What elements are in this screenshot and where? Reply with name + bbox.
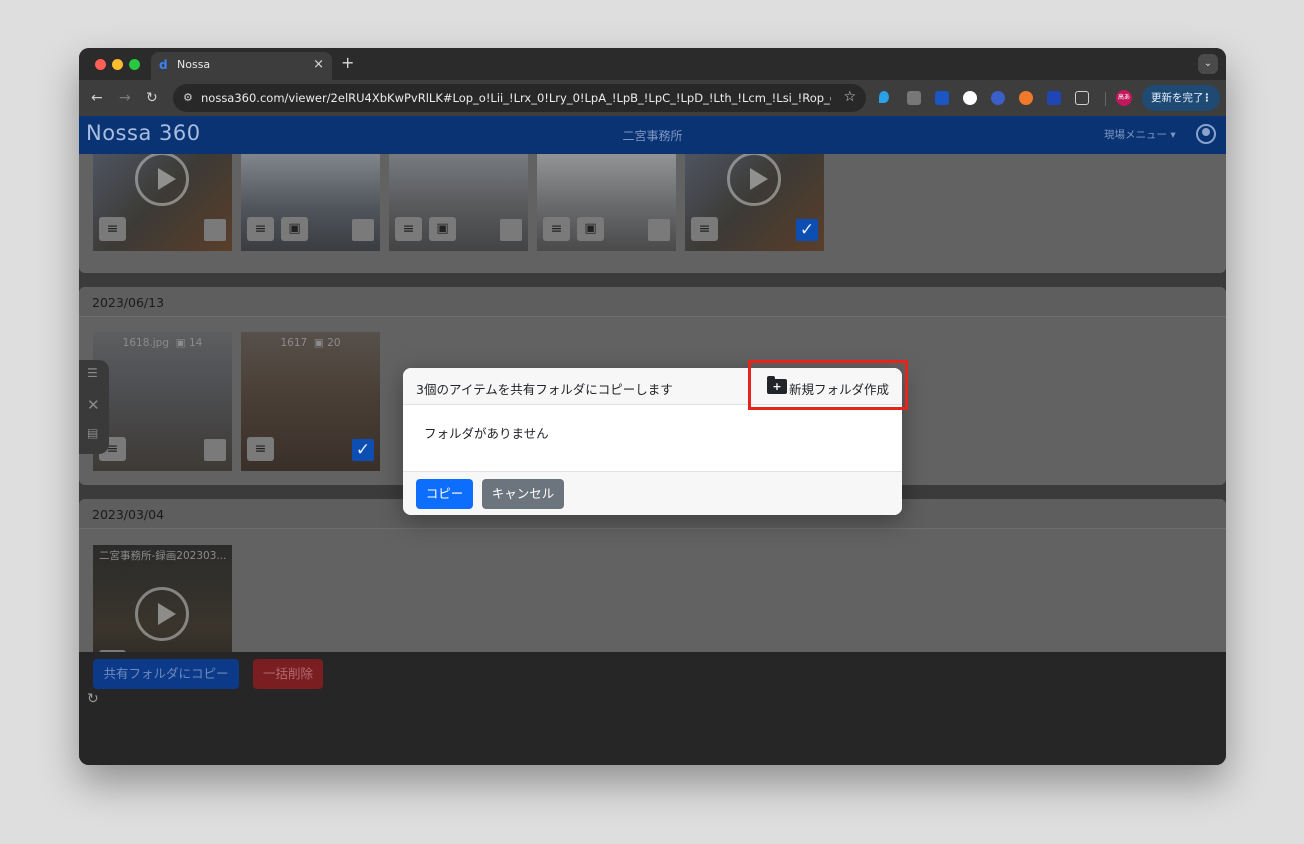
annotation-highlight-box	[748, 360, 908, 410]
media-thumbnail[interactable]: ≡ ✓	[685, 154, 824, 251]
bookmark-star-icon[interactable]: ☆	[843, 89, 856, 105]
update-button[interactable]: 更新を完了 ⋮	[1142, 85, 1220, 111]
media-thumbnail[interactable]: ≡ ▣	[537, 154, 676, 251]
tab-close-icon[interactable]: ×	[313, 57, 324, 72]
url-text[interactable]: nossa360.com/viewer/2elRU4XbKwPvRlLK#Lop…	[201, 91, 831, 105]
nossa-favicon-icon: d	[159, 58, 168, 72]
forward-icon[interactable]: →	[119, 89, 131, 107]
file-name: 1618.jpg	[122, 337, 169, 349]
side-panel: ☰ ✕ ▤	[79, 360, 109, 454]
thumbnail-caption: 1618.jpg ▣ 14	[93, 332, 232, 354]
toolbar-divider	[1105, 92, 1106, 106]
extension-qr-icon[interactable]	[907, 91, 921, 105]
media-thumbnail[interactable]: 1618.jpg ▣ 14 ≡	[93, 332, 232, 471]
select-checkbox[interactable]	[352, 219, 374, 241]
list-view-icon[interactable]: ☰	[87, 366, 98, 380]
extension-bolt-icon[interactable]	[991, 91, 1005, 105]
media-thumbnail[interactable]: ≡	[93, 154, 232, 251]
reload-icon[interactable]: ↻	[146, 89, 158, 107]
close-window-button[interactable]	[95, 59, 106, 70]
memo-edit-icon[interactable]: ≡	[99, 217, 126, 241]
section-date: 2023/06/13	[79, 287, 1226, 317]
update-button-label: 更新を完了	[1151, 92, 1204, 104]
media-thumbnail[interactable]: 1617 ▣ 20 ≡ ✓	[241, 332, 380, 471]
play-icon[interactable]	[727, 154, 781, 206]
image-count-icon: ▣	[313, 337, 324, 349]
play-icon[interactable]	[135, 587, 189, 641]
extension-diamond-icon[interactable]	[879, 91, 889, 103]
dialog-body: フォルダがありません	[403, 405, 902, 471]
panorama-link-icon[interactable]: ▣	[429, 217, 456, 241]
thumbnail-caption: 1617 ▣ 20	[241, 332, 380, 354]
select-checkbox[interactable]	[500, 219, 522, 241]
close-panel-icon[interactable]: ✕	[87, 396, 100, 414]
panorama-link-icon[interactable]: ▣	[577, 217, 604, 241]
image-count: 14	[188, 337, 203, 349]
user-account-icon[interactable]	[1196, 124, 1216, 144]
memo-edit-icon[interactable]: ≡	[247, 437, 274, 461]
image-count-icon: ▣	[175, 337, 186, 349]
browser-toolbar: ← → ↻ ⚙ nossa360.com/viewer/2elRU4XbKwPv…	[79, 80, 1226, 116]
bottom-action-bar: 共有フォルダにコピー 一括削除 ↻	[79, 652, 1226, 765]
site-info-icon[interactable]: ⚙	[183, 91, 193, 104]
copy-button[interactable]: コピー	[416, 479, 473, 509]
refresh-icon[interactable]: ↻	[87, 691, 99, 707]
select-checkbox[interactable]	[204, 439, 226, 461]
profile-avatar[interactable]: 高あ	[1116, 90, 1132, 106]
file-name: 1617	[280, 337, 308, 349]
select-checkbox[interactable]	[648, 219, 670, 241]
app-header: Nossa 360 二宮事務所 現場メニュー ▾	[79, 116, 1226, 154]
memo-edit-icon[interactable]: ≡	[395, 217, 422, 241]
cancel-button[interactable]: キャンセル	[482, 479, 564, 509]
select-checkbox-checked[interactable]: ✓	[796, 219, 818, 241]
media-section: ≡ ≡ ▣ ≡ ▣ ≡ ▣ ≡ ✓	[79, 154, 1226, 273]
more-menu-icon[interactable]: ⋮	[1202, 85, 1213, 111]
extension-info-icon[interactable]	[1047, 91, 1061, 105]
minimize-window-button[interactable]	[112, 59, 123, 70]
select-checkbox[interactable]	[204, 219, 226, 241]
image-count: 20	[327, 337, 341, 349]
site-menu-dropdown[interactable]: 現場メニュー ▾	[1104, 127, 1176, 142]
bulk-delete-button[interactable]: 一括削除	[253, 659, 323, 689]
panorama-link-icon[interactable]: ▣	[281, 217, 308, 241]
copy-to-shared-folder-button[interactable]: 共有フォルダにコピー	[93, 659, 239, 689]
extension-record-icon[interactable]	[963, 91, 977, 105]
tab-title: Nossa	[177, 58, 211, 71]
new-tab-icon[interactable]: +	[341, 53, 354, 72]
browser-tab[interactable]: d Nossa ×	[151, 52, 332, 80]
tab-search-icon[interactable]: ⌄	[1198, 54, 1218, 74]
tab-bar: d Nossa × + ⌄	[79, 48, 1226, 80]
play-icon[interactable]	[135, 154, 189, 206]
media-thumbnail[interactable]: ≡ ▣	[389, 154, 528, 251]
dialog-title: 3個のアイテムを共有フォルダにコピーします	[416, 382, 673, 397]
address-bar[interactable]: ⚙ nossa360.com/viewer/2elRU4XbKwPvRlLK#L…	[173, 84, 866, 112]
no-folders-message: フォルダがありません	[424, 426, 549, 441]
memo-edit-icon[interactable]: ≡	[247, 217, 274, 241]
dialog-footer: コピー キャンセル	[403, 471, 902, 515]
detail-view-icon[interactable]: ▤	[87, 426, 98, 440]
site-title: 二宮事務所	[622, 129, 683, 143]
memo-edit-icon[interactable]: ≡	[543, 217, 570, 241]
maximize-window-button[interactable]	[129, 59, 140, 70]
file-name: 二宮事務所-録画202303...	[99, 550, 227, 562]
extensions-puzzle-icon[interactable]	[1075, 91, 1089, 105]
extension-bitwarden-icon[interactable]	[935, 91, 949, 105]
extension-translate-icon[interactable]	[1019, 91, 1033, 105]
select-checkbox-checked[interactable]: ✓	[352, 439, 374, 461]
memo-edit-icon[interactable]: ≡	[691, 217, 718, 241]
back-icon[interactable]: ←	[91, 89, 103, 107]
media-thumbnail[interactable]: ≡ ▣	[241, 154, 380, 251]
